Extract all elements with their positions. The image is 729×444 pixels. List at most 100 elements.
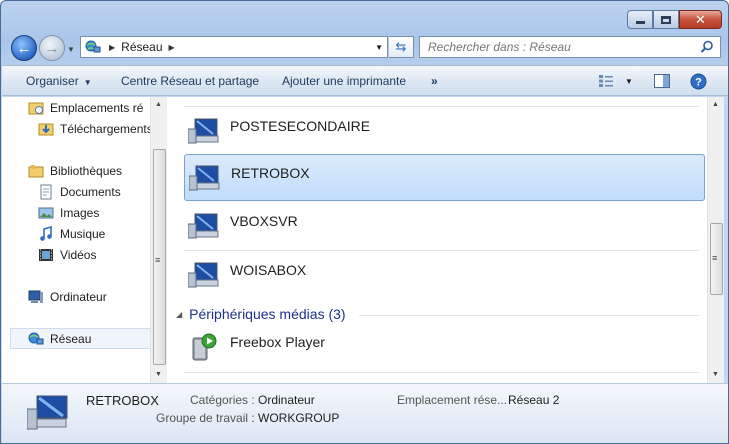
group-header-media-devices[interactable]: ◢ Périphériques médias (3): [176, 306, 346, 322]
group-title: Périphériques médias (3): [189, 306, 346, 322]
back-button[interactable]: ←: [11, 35, 37, 61]
window-controls: ✕: [627, 10, 722, 29]
help-button[interactable]: ?: [690, 71, 707, 91]
libraries-icon: [28, 164, 44, 177]
network-computer-icon: [188, 262, 219, 287]
breadcrumb-network[interactable]: Réseau: [121, 40, 162, 54]
scrollbar-grip-icon: ≡: [712, 253, 718, 263]
computer-item-vboxsvr[interactable]: VBOXSVR: [184, 202, 705, 249]
computer-item-postesecondaire[interactable]: POSTESECONDAIRE: [184, 107, 705, 154]
media-player-icon: [192, 333, 217, 360]
sidebar-item-libraries[interactable]: Bibliothèques: [28, 160, 150, 181]
sidebar-item-downloads[interactable]: Téléchargements: [38, 118, 150, 139]
computer-name: RETROBOX: [231, 164, 310, 181]
sidebar-item-label: Réseau: [50, 331, 92, 346]
search-icon[interactable]: [700, 40, 714, 54]
content-pane: POSTESECONDAIRE RETROBOX VBOXSVR WOISABO…: [167, 97, 707, 383]
music-icon: [40, 225, 52, 241]
network-computer-icon: [189, 165, 220, 190]
maximize-button[interactable]: [653, 10, 679, 29]
minimize-button[interactable]: [627, 10, 653, 29]
more-commands-button[interactable]: »: [431, 74, 438, 88]
group-header-line: [359, 315, 699, 316]
view-details-icon: [599, 75, 613, 87]
help-icon: ?: [690, 73, 707, 89]
sidebar-item-label: Images: [60, 205, 100, 220]
close-button[interactable]: ✕: [679, 10, 722, 29]
minimize-icon: [635, 21, 645, 24]
breadcrumb-separator-icon[interactable]: ▶: [109, 43, 115, 52]
scroll-down-icon[interactable]: ▼: [712, 371, 719, 378]
computer-name: WOISABOX: [230, 261, 307, 278]
scroll-up-icon[interactable]: ▲: [155, 101, 162, 108]
refresh-button[interactable]: ⇆: [389, 36, 414, 58]
scroll-down-icon[interactable]: ▼: [155, 371, 162, 378]
content-scrollbar[interactable]: ▲ ≡ ▼: [707, 97, 724, 383]
sidebar-item-network[interactable]: Réseau: [10, 328, 150, 349]
details-workgroup-label: Groupe de travail :: [156, 411, 255, 425]
sidebar-item-label: Vidéos: [60, 247, 97, 262]
forward-button[interactable]: →: [39, 35, 65, 61]
address-bar[interactable]: ▶ Réseau ▶ ▼: [80, 36, 388, 58]
command-bar: Organiser ▼ Centre Réseau et partage Ajou…: [2, 65, 728, 96]
network-computer-icon: [188, 213, 219, 238]
navigation-scrollbar[interactable]: ▲ ≡ ▼: [150, 97, 167, 383]
computer-name: POSTESECONDAIRE: [230, 117, 371, 134]
refresh-icon: ⇆: [395, 39, 407, 54]
view-dropdown-icon[interactable]: ▼: [625, 77, 633, 86]
videos-icon: [39, 248, 53, 261]
images-icon: [38, 207, 54, 218]
details-pane: RETROBOX Catégories : Ordinateur Groupe …: [2, 383, 728, 443]
documents-icon: [40, 184, 52, 199]
details-categories-value: Ordinateur: [258, 393, 315, 407]
scrollbar-grip-icon: ≡: [155, 255, 161, 265]
preview-pane-icon: [654, 74, 670, 88]
address-dropdown-icon[interactable]: ▼: [375, 43, 383, 52]
network-center-button[interactable]: Centre Réseau et partage: [121, 74, 259, 88]
sidebar-item-label: Musique: [60, 226, 106, 241]
media-item-freebox-player[interactable]: Freebox Player: [184, 323, 705, 370]
search-input[interactable]: [428, 40, 688, 54]
maximize-icon: [661, 15, 671, 24]
media-device-name: Freebox Player: [230, 333, 325, 350]
computer-name: VBOXSVR: [230, 212, 298, 229]
details-categories-label: Catégories :: [190, 393, 255, 407]
scroll-up-icon[interactable]: ▲: [712, 101, 719, 108]
sidebar-item-label: Emplacements ré: [50, 100, 144, 115]
sidebar-item-videos[interactable]: Vidéos: [38, 244, 150, 265]
breadcrumb-separator-icon[interactable]: ▶: [169, 43, 175, 52]
sidebar-item-computer[interactable]: Ordinateur: [28, 286, 150, 307]
computer-item-woisabox[interactable]: WOISABOX: [184, 251, 705, 298]
back-arrow-icon: ←: [16, 39, 32, 57]
explorer-window: ✕ ← → ▼ ▶ Réseau ▶ ▼ ⇆ Organiser ▼ Centre…: [0, 0, 729, 444]
downloads-folder-icon: [38, 123, 54, 135]
sidebar-item-label: Documents: [60, 184, 121, 199]
organise-label: Organiser: [26, 74, 79, 88]
forward-arrow-icon: →: [44, 39, 60, 57]
sidebar-item-documents[interactable]: Documents: [38, 181, 150, 202]
recent-places-icon: [28, 102, 44, 114]
svg-text:?: ?: [695, 76, 702, 88]
sidebar-item-label: Bibliothèques: [50, 163, 123, 178]
close-icon: ✕: [695, 11, 706, 27]
computer-item-retrobox[interactable]: RETROBOX: [184, 154, 705, 201]
view-options[interactable]: ▼: [598, 71, 633, 91]
preview-pane-button[interactable]: [654, 71, 670, 91]
chevron-down-icon: ▼: [83, 78, 92, 87]
network-icon: [28, 332, 44, 344]
computer-icon: [28, 290, 43, 303]
collapse-group-icon[interactable]: ◢: [176, 310, 182, 319]
sidebar-item-music[interactable]: Musique: [38, 223, 150, 244]
sidebar-item-images[interactable]: Images: [38, 202, 150, 223]
navigation-pane: Emplacements ré Téléchargements Biblioth…: [2, 97, 150, 383]
network-icon: [85, 40, 101, 53]
add-printer-button[interactable]: Ajouter une imprimante: [282, 74, 406, 88]
sidebar-item-recent-places[interactable]: Emplacements ré: [28, 97, 150, 118]
details-item-name: RETROBOX: [86, 393, 159, 408]
organise-menu[interactable]: Organiser ▼: [26, 74, 92, 88]
search-box[interactable]: [419, 36, 721, 58]
details-location-label: Emplacement rése...: [397, 393, 508, 407]
sidebar-item-label: Ordinateur: [50, 289, 107, 304]
recent-pages-dropdown[interactable]: ▼: [67, 45, 75, 54]
details-location-value: Réseau 2: [508, 393, 560, 407]
